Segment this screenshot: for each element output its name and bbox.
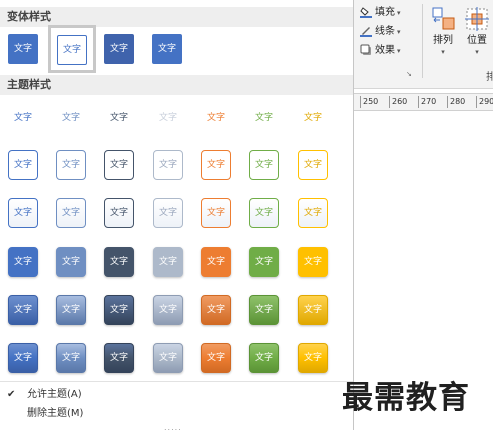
theme-style-swatch-orange[interactable]: 文字: [201, 150, 231, 180]
theme-style-swatch-gold[interactable]: 文字: [298, 150, 328, 180]
theme-style-swatch-blue-gray[interactable]: 文字: [56, 103, 86, 133]
ruler-tick-label: 250: [360, 96, 386, 108]
theme-style-swatch-blue-gray[interactable]: 文字: [56, 198, 86, 228]
ruler-tick-label: 280: [447, 96, 473, 108]
theme-style-swatch-gold[interactable]: 文字: [298, 343, 328, 373]
theme-style-swatch-orange[interactable]: 文字: [201, 343, 231, 373]
pen-icon: [360, 27, 372, 37]
effect-button[interactable]: 效果 ▾: [360, 43, 401, 59]
theme-style-swatch-green[interactable]: 文字: [249, 198, 279, 228]
theme-style-swatch-orange[interactable]: 文字: [201, 295, 231, 325]
variant-styles-header: 变体样式: [0, 7, 353, 27]
variant-style-swatch[interactable]: 文字: [8, 34, 38, 64]
variant-style-swatch[interactable]: 文字: [57, 35, 87, 65]
theme-style-swatch-orange[interactable]: 文字: [201, 103, 231, 133]
arrange-dropdown-icon: ▾: [441, 48, 445, 56]
theme-style-swatch-green[interactable]: 文字: [249, 295, 279, 325]
line-dropdown-icon: ▾: [397, 28, 401, 36]
theme-style-swatch-blue-gray[interactable]: 文字: [56, 247, 86, 277]
checkmark-icon: ✔: [7, 389, 16, 400]
theme-style-swatch-green[interactable]: 文字: [249, 247, 279, 277]
position-button[interactable]: 位置 ▾: [460, 6, 493, 56]
watermark-text: 最需教育: [342, 380, 470, 416]
theme-style-swatch-navy[interactable]: 文字: [104, 343, 134, 373]
arrange-label: 排列: [433, 35, 453, 46]
effect-label: 效果: [375, 45, 395, 56]
theme-style-swatch-light-gray-blue[interactable]: 文字: [153, 150, 183, 180]
paint-bucket-icon: [360, 7, 372, 18]
ruler-tick-label: 270: [418, 96, 444, 108]
theme-style-swatch-navy[interactable]: 文字: [104, 103, 134, 133]
effect-dropdown-icon: ▾: [397, 47, 401, 55]
theme-style-swatch-blue[interactable]: 文字: [8, 150, 38, 180]
arrange-icon: [430, 6, 456, 32]
delete-theme-label: 删除主题(M): [27, 408, 84, 419]
position-dropdown-icon: ▾: [475, 48, 479, 56]
ribbon-shape-styles-group: 填充 ▾ 线条 ▾ 效果 ▾ ↘ 排列 ▾ 位置 ▾ 排: [354, 0, 493, 89]
theme-style-swatch-orange[interactable]: 文字: [201, 247, 231, 277]
theme-styles-header: 主题样式: [0, 75, 353, 95]
theme-style-swatch-blue[interactable]: 文字: [8, 247, 38, 277]
dialog-launcher-icon[interactable]: ↘: [406, 70, 414, 78]
menu-separator: [0, 381, 353, 382]
fill-dropdown-icon: ▾: [397, 9, 401, 17]
line-button[interactable]: 线条 ▾: [360, 24, 401, 40]
ruler-tick-label: 290: [476, 96, 493, 108]
resize-grip-icon[interactable]: .....: [164, 423, 182, 432]
fill-label: 填充: [375, 7, 395, 18]
fill-button[interactable]: 填充 ▾: [360, 5, 401, 21]
theme-style-swatch-green[interactable]: 文字: [249, 343, 279, 373]
variant-style-swatch[interactable]: 文字: [104, 34, 134, 64]
delete-theme-menu-item[interactable]: 删除主题(M): [0, 405, 353, 423]
theme-style-swatch-gold[interactable]: 文字: [298, 103, 328, 133]
variant-style-swatch[interactable]: 文字: [152, 34, 182, 64]
theme-style-swatch-gold[interactable]: 文字: [298, 247, 328, 277]
horizontal-ruler[interactable]: 250 260 270 280 290: [354, 93, 493, 111]
theme-style-swatch-blue-gray[interactable]: 文字: [56, 295, 86, 325]
theme-style-swatch-green[interactable]: 文字: [249, 150, 279, 180]
theme-style-swatch-light-gray-blue[interactable]: 文字: [153, 198, 183, 228]
ribbon-separator: [422, 4, 423, 78]
theme-style-swatch-gold[interactable]: 文字: [298, 198, 328, 228]
theme-style-swatch-navy[interactable]: 文字: [104, 247, 134, 277]
theme-style-swatch-light-gray-blue[interactable]: 文字: [153, 247, 183, 277]
theme-style-swatch-green[interactable]: 文字: [249, 103, 279, 133]
effect-icon: [360, 44, 371, 55]
arrange-button[interactable]: 排列 ▾: [426, 6, 460, 56]
theme-style-swatch-navy[interactable]: 文字: [104, 295, 134, 325]
theme-style-swatch-gold[interactable]: 文字: [298, 295, 328, 325]
theme-style-swatch-blue[interactable]: 文字: [8, 103, 38, 133]
theme-style-swatch-blue-gray[interactable]: 文字: [56, 150, 86, 180]
theme-style-swatch-orange[interactable]: 文字: [201, 198, 231, 228]
theme-style-swatch-blue[interactable]: 文字: [8, 295, 38, 325]
theme-style-swatch-light-gray-blue[interactable]: 文字: [153, 295, 183, 325]
theme-style-swatch-navy[interactable]: 文字: [104, 150, 134, 180]
theme-style-swatch-navy[interactable]: 文字: [104, 198, 134, 228]
allow-theme-menu-item[interactable]: ✔ 允许主题(A): [0, 386, 353, 404]
theme-style-swatch-light-gray-blue[interactable]: 文字: [153, 103, 183, 133]
theme-style-swatch-light-gray-blue[interactable]: 文字: [153, 343, 183, 373]
shape-style-gallery: 变体样式 文字 文字 文字 文字 主题样式 文字 文字 文字 文字 文字 文字 文字 文字 文字 文字文…: [0, 0, 354, 432]
arrange-group-label: 排: [486, 72, 493, 83]
position-icon: [464, 6, 490, 32]
line-label: 线条: [375, 26, 395, 37]
ruler-tick-label: 260: [389, 96, 415, 108]
position-label: 位置: [467, 35, 487, 46]
allow-theme-label: 允许主题(A): [27, 389, 82, 400]
theme-style-swatch-blue[interactable]: 文字: [8, 198, 38, 228]
theme-style-swatch-blue[interactable]: 文字: [8, 343, 38, 373]
theme-style-swatch-blue-gray[interactable]: 文字: [56, 343, 86, 373]
